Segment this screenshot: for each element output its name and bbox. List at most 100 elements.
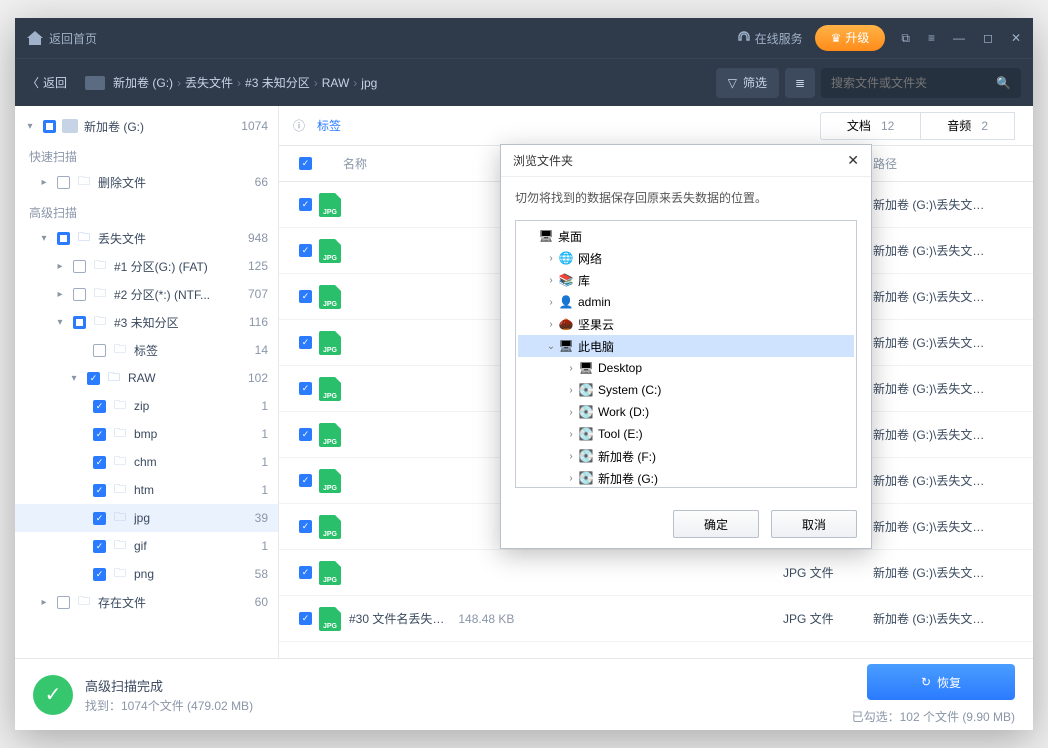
file-row[interactable]: JPG 文件新加卷 (G:)\丢失文… bbox=[279, 550, 1033, 596]
checkbox[interactable] bbox=[299, 612, 312, 625]
folder-item[interactable]: ›💽新加卷 (F:) bbox=[518, 445, 854, 467]
checkbox[interactable] bbox=[93, 456, 106, 469]
tree-zip[interactable]: 🗀zip1 bbox=[15, 392, 278, 420]
ok-button[interactable]: 确定 bbox=[673, 510, 759, 538]
checkbox[interactable] bbox=[299, 336, 312, 349]
checkbox[interactable] bbox=[73, 260, 86, 273]
expander-icon[interactable]: ▾ bbox=[37, 233, 51, 244]
checkbox[interactable] bbox=[93, 428, 106, 441]
checkbox[interactable] bbox=[299, 520, 312, 533]
folder-item[interactable]: ›💽Work (D:) bbox=[518, 401, 854, 423]
expander-icon[interactable]: › bbox=[564, 385, 578, 396]
expander-icon[interactable]: › bbox=[564, 363, 578, 374]
tree-raw[interactable]: ▾ 🗀 RAW 102 bbox=[15, 364, 278, 392]
tree-htm[interactable]: 🗀htm1 bbox=[15, 476, 278, 504]
checkbox[interactable] bbox=[93, 512, 106, 525]
tree-lost[interactable]: ▾ 🗀 丢失文件 948 bbox=[15, 224, 278, 252]
filter-button[interactable]: ▽ 筛选 bbox=[716, 68, 779, 98]
crumb[interactable]: RAW bbox=[322, 76, 350, 90]
expander-icon[interactable]: › bbox=[564, 451, 578, 462]
checkbox[interactable] bbox=[299, 428, 312, 441]
tree-part3[interactable]: ▾ 🗀 #3 未知分区 116 bbox=[15, 308, 278, 336]
checkbox[interactable] bbox=[299, 290, 312, 303]
checkbox[interactable] bbox=[299, 382, 312, 395]
expander-icon[interactable]: ▾ bbox=[53, 317, 67, 328]
expander-icon[interactable]: › bbox=[564, 429, 578, 440]
minimize-button[interactable]: — bbox=[953, 31, 965, 46]
crumb[interactable]: 丢失文件 bbox=[185, 74, 233, 91]
folder-item[interactable]: ›💽System (C:) bbox=[518, 379, 854, 401]
expander-icon[interactable]: ▸ bbox=[37, 597, 51, 608]
menu-icon[interactable]: ⧉ bbox=[901, 31, 910, 46]
expander-icon[interactable]: › bbox=[564, 407, 578, 418]
search-field[interactable] bbox=[831, 76, 996, 90]
folder-item[interactable]: 🖥桌面 bbox=[518, 225, 854, 247]
close-button[interactable]: ✕ bbox=[1011, 31, 1021, 46]
tree-bmp[interactable]: 🗀bmp1 bbox=[15, 420, 278, 448]
upgrade-button[interactable]: ♛ 升级 bbox=[815, 25, 886, 51]
back-button[interactable]: 〈 返回 bbox=[27, 74, 67, 91]
expander-icon[interactable]: › bbox=[544, 297, 558, 308]
tree-part1[interactable]: ▸ 🗀 #1 分区(G:) (FAT) 125 bbox=[15, 252, 278, 280]
expander-icon[interactable]: › bbox=[564, 473, 578, 484]
cancel-button[interactable]: 取消 bbox=[771, 510, 857, 538]
tree-png[interactable]: 🗀png58 bbox=[15, 560, 278, 588]
expander-icon[interactable]: › bbox=[544, 253, 558, 264]
settings-icon[interactable]: ≡ bbox=[928, 31, 935, 46]
tree-root[interactable]: ▾ 新加卷 (G:) 1074 bbox=[15, 112, 278, 140]
expander-icon[interactable]: ▾ bbox=[67, 373, 81, 384]
checkbox[interactable] bbox=[73, 316, 86, 329]
expander-icon[interactable]: › bbox=[544, 275, 558, 286]
checkbox[interactable] bbox=[299, 566, 312, 579]
col-path[interactable]: 路径 bbox=[873, 155, 1033, 172]
checkbox[interactable] bbox=[93, 484, 106, 497]
expander-icon[interactable]: ▸ bbox=[53, 289, 67, 300]
folder-item[interactable]: ›👤admin bbox=[518, 291, 854, 313]
expander-icon[interactable]: ▾ bbox=[23, 121, 37, 132]
crumb[interactable]: jpg bbox=[361, 76, 377, 90]
expander-icon[interactable]: ▸ bbox=[37, 177, 51, 188]
crumb[interactable]: 新加卷 (G:) bbox=[113, 74, 173, 91]
tree-chm[interactable]: 🗀chm1 bbox=[15, 448, 278, 476]
tree-jpg[interactable]: 🗀jpg39 bbox=[15, 504, 278, 532]
checkbox[interactable] bbox=[57, 176, 70, 189]
checkbox[interactable] bbox=[299, 198, 312, 211]
checkbox-all[interactable] bbox=[299, 157, 312, 170]
folder-item[interactable]: ›💽新加卷 (G:) bbox=[518, 467, 854, 488]
folder-item[interactable]: ›📚库 bbox=[518, 269, 854, 291]
recover-button[interactable]: ↻ 恢复 bbox=[867, 664, 1015, 700]
search-icon[interactable]: 🔍 bbox=[996, 76, 1011, 90]
folder-item[interactable]: ›🖥Desktop bbox=[518, 357, 854, 379]
checkbox[interactable] bbox=[73, 288, 86, 301]
tree-tags[interactable]: 🗀 标签 14 bbox=[15, 336, 278, 364]
home-button[interactable]: 返回首页 bbox=[27, 30, 97, 47]
checkbox[interactable] bbox=[93, 344, 106, 357]
folder-item[interactable]: ›💽Tool (E:) bbox=[518, 423, 854, 445]
file-row[interactable]: #30 文件名丢失…148.48 KBJPG 文件新加卷 (G:)\丢失文… bbox=[279, 596, 1033, 642]
tree-part2[interactable]: ▸ 🗀 #2 分区(*:) (NTF... 707 bbox=[15, 280, 278, 308]
tree-exist[interactable]: ▸ 🗀 存在文件 60 bbox=[15, 588, 278, 616]
search-input[interactable]: 🔍 bbox=[821, 68, 1021, 98]
folder-tree[interactable]: 🖥桌面›🌐网络›📚库›👤admin›🌰坚果云⌄🖥此电脑›🖥Desktop›💽Sy… bbox=[515, 220, 857, 488]
view-toggle[interactable]: ≣ bbox=[785, 68, 815, 98]
checkbox[interactable] bbox=[57, 596, 70, 609]
checkbox[interactable] bbox=[93, 400, 106, 413]
crumb[interactable]: #3 未知分区 bbox=[245, 74, 310, 91]
online-service[interactable]: 在线服务 bbox=[737, 30, 803, 47]
folder-item[interactable]: ⌄🖥此电脑 bbox=[518, 335, 854, 357]
checkbox[interactable] bbox=[87, 372, 100, 385]
checkbox[interactable] bbox=[57, 232, 70, 245]
close-icon[interactable]: ✕ bbox=[847, 152, 859, 169]
expander-icon[interactable]: › bbox=[544, 319, 558, 330]
expander-icon[interactable]: ▸ bbox=[53, 261, 67, 272]
checkbox[interactable] bbox=[43, 120, 56, 133]
maximize-button[interactable]: ◻ bbox=[983, 31, 993, 46]
checkbox[interactable] bbox=[93, 540, 106, 553]
checkbox[interactable] bbox=[299, 474, 312, 487]
folder-item[interactable]: ›🌐网络 bbox=[518, 247, 854, 269]
tab-doc[interactable]: 文档12 bbox=[821, 113, 921, 139]
checkbox[interactable] bbox=[299, 244, 312, 257]
expander-icon[interactable]: ⌄ bbox=[544, 341, 558, 352]
tree-gif[interactable]: 🗀gif1 bbox=[15, 532, 278, 560]
checkbox[interactable] bbox=[93, 568, 106, 581]
